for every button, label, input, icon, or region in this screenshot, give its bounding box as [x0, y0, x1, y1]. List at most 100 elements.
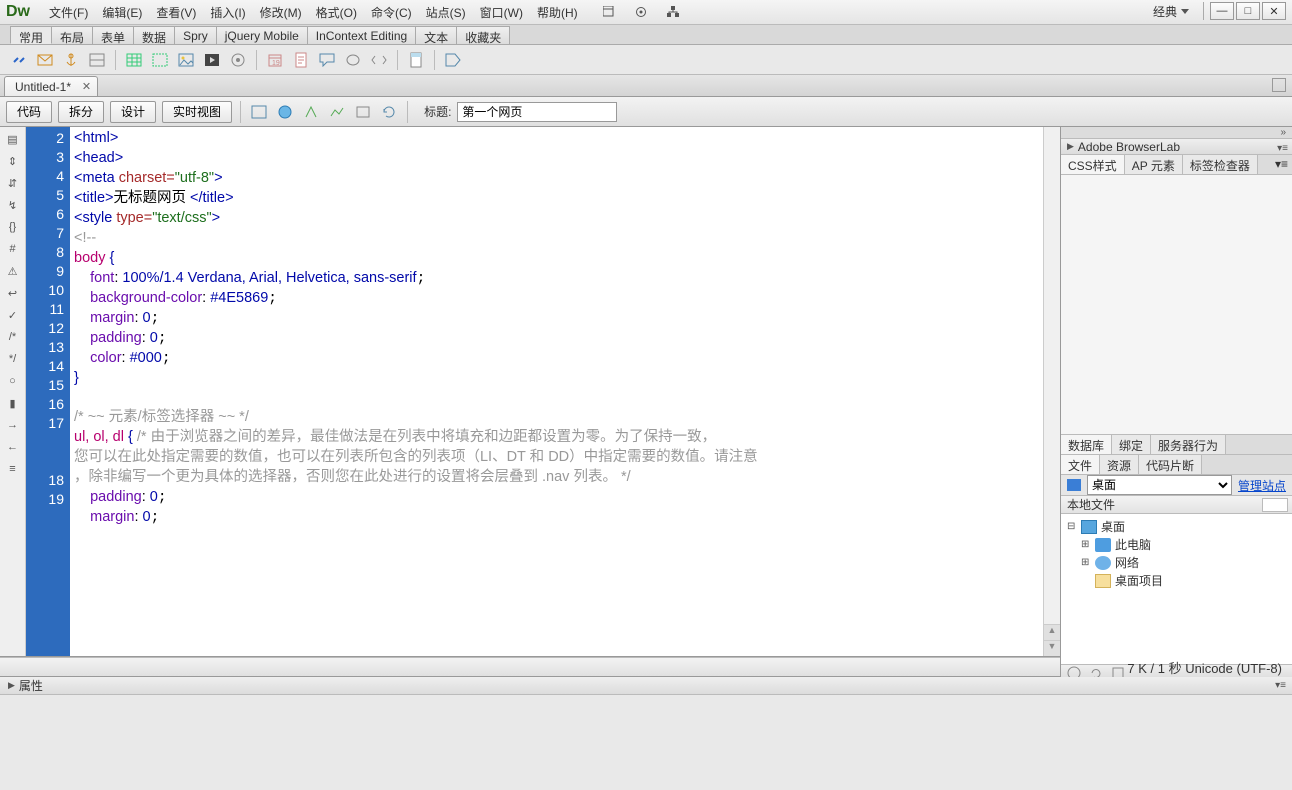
refresh-icon[interactable] [379, 102, 399, 122]
templates-icon[interactable] [405, 49, 427, 71]
apply-comment-icon[interactable]: /* [5, 329, 21, 345]
browserlab-panel-header[interactable]: ▶ Adobe BrowserLab ▾≡ [1061, 139, 1292, 155]
menu-edit[interactable]: 编辑(E) [95, 4, 149, 21]
code-content[interactable]: <html> <head> <meta charset="utf-8"> <ti… [70, 127, 1043, 656]
cat-tab-layout[interactable]: 布局 [51, 26, 93, 44]
cat-tab-common[interactable]: 常用 [10, 26, 52, 44]
close-tab-icon[interactable]: ✕ [82, 80, 91, 93]
remove-comment-icon[interactable]: */ [5, 351, 21, 367]
collapse-tag-icon[interactable]: ⇕ [5, 153, 21, 169]
split-view-button[interactable]: 拆分 [58, 101, 104, 123]
document-tab[interactable]: Untitled-1* ✕ [4, 76, 98, 96]
menu-format[interactable]: 格式(O) [309, 4, 364, 21]
horizontal-rule-icon[interactable] [86, 49, 108, 71]
server-side-include-icon[interactable] [290, 49, 312, 71]
line-numbers-icon[interactable]: # [5, 241, 21, 257]
right-panels-collapse-bar[interactable]: » [1061, 127, 1292, 139]
site-select[interactable]: 桌面 [1087, 475, 1232, 495]
plus-icon[interactable]: ⊞ [1081, 536, 1091, 554]
workspace-switcher[interactable]: 经典 [1153, 3, 1189, 20]
balance-braces-icon[interactable]: {} [5, 219, 21, 235]
menu-site[interactable]: 站点(S) [419, 4, 473, 21]
document-title-input[interactable] [457, 102, 617, 122]
tree-item-desktop-items[interactable]: 桌面项目 [1067, 572, 1286, 590]
image-icon[interactable] [175, 49, 197, 71]
visual-aids-icon[interactable] [327, 102, 347, 122]
cat-tab-jquerymobile[interactable]: jQuery Mobile [216, 26, 308, 44]
outdent-icon[interactable]: ← [5, 439, 21, 455]
select-parent-icon[interactable]: ↯ [5, 197, 21, 213]
menu-modify[interactable]: 修改(M) [253, 4, 309, 21]
scroll-down-icon[interactable]: ▼ [1044, 640, 1060, 656]
cat-tab-incontext[interactable]: InContext Editing [307, 26, 416, 44]
layout-dropdown-icon[interactable] [603, 5, 617, 19]
media-icon[interactable] [201, 49, 223, 71]
menu-window[interactable]: 窗口(W) [473, 4, 530, 21]
format-source-icon[interactable]: ≡ [5, 461, 21, 477]
widget-icon[interactable] [227, 49, 249, 71]
tab-tag-inspector[interactable]: 标签检查器 [1183, 155, 1258, 174]
panel-menu-icon[interactable]: ▾≡ [1275, 680, 1286, 691]
syntax-error-icon[interactable]: ✓ [5, 307, 21, 323]
tag-chooser-icon[interactable] [442, 49, 464, 71]
panel-menu-icon[interactable]: ▾≡ [1277, 143, 1288, 154]
minimize-button[interactable]: — [1210, 2, 1234, 20]
tab-assets[interactable]: 资源 [1100, 455, 1139, 474]
live-view-button[interactable]: 实时视图 [162, 101, 232, 123]
cat-tab-text[interactable]: 文本 [415, 26, 457, 44]
cat-tab-favorites[interactable]: 收藏夹 [456, 26, 510, 44]
design-view-button[interactable]: 设计 [110, 101, 156, 123]
insert-div-icon[interactable] [149, 49, 171, 71]
manage-sites-link[interactable]: 管理站点 [1238, 477, 1286, 494]
cat-tab-spry[interactable]: Spry [174, 26, 217, 44]
tab-ap-elements[interactable]: AP 元素 [1125, 155, 1183, 174]
menu-commands[interactable]: 命令(C) [364, 4, 419, 21]
menu-view[interactable]: 查看(V) [149, 4, 203, 21]
open-documents-icon[interactable]: ▤ [5, 131, 21, 147]
indent-icon[interactable]: → [5, 417, 21, 433]
inspect-icon[interactable] [301, 102, 321, 122]
named-anchor-icon[interactable] [60, 49, 82, 71]
head-icon[interactable] [342, 49, 364, 71]
tree-item-network[interactable]: ⊞ 网络 [1067, 554, 1286, 572]
recent-snippets-icon[interactable]: ○ [5, 373, 21, 389]
word-wrap-icon[interactable]: ↩ [5, 285, 21, 301]
tab-snippets[interactable]: 代码片断 [1139, 455, 1202, 474]
minus-icon[interactable]: ⊟ [1067, 518, 1077, 536]
code-editor[interactable]: 23 45 67 89 1011 1213 1415 1617 1819 <ht… [26, 127, 1060, 656]
tab-css-styles[interactable]: CSS样式 [1061, 155, 1125, 174]
move-css-icon[interactable]: ▮ [5, 395, 21, 411]
tab-database[interactable]: 数据库 [1061, 435, 1112, 454]
script-icon[interactable] [368, 49, 390, 71]
menu-help[interactable]: 帮助(H) [530, 4, 585, 21]
cat-tab-data[interactable]: 数据 [133, 26, 175, 44]
close-button[interactable]: ✕ [1262, 2, 1286, 20]
tab-bindings[interactable]: 绑定 [1112, 435, 1151, 454]
highlight-invalid-icon[interactable]: ⚠ [5, 263, 21, 279]
hyperlink-icon[interactable] [8, 49, 30, 71]
expand-all-icon[interactable]: ⇵ [5, 175, 21, 191]
site-dropdown-icon[interactable] [667, 5, 681, 19]
email-link-icon[interactable] [34, 49, 56, 71]
scroll-up-icon[interactable]: ▲ [1044, 624, 1060, 640]
plus-icon[interactable]: ⊞ [1081, 554, 1091, 572]
extension-dropdown-icon[interactable] [635, 5, 649, 19]
restore-doc-icon[interactable] [1272, 78, 1286, 92]
live-code-icon[interactable] [249, 102, 269, 122]
check-browser-icon[interactable] [353, 102, 373, 122]
code-view-button[interactable]: 代码 [6, 101, 52, 123]
maximize-button[interactable]: □ [1236, 2, 1260, 20]
tree-item-computer[interactable]: ⊞ 此电脑 [1067, 536, 1286, 554]
properties-panel-header[interactable]: ▶ 属性 ▾≡ [0, 677, 1292, 695]
tree-root[interactable]: ⊟ 桌面 [1067, 518, 1286, 536]
tab-files[interactable]: 文件 [1061, 455, 1100, 474]
files-tree[interactable]: ⊟ 桌面 ⊞ 此电脑 ⊞ 网络 桌面项目 [1061, 514, 1292, 664]
date-icon[interactable]: 19 [264, 49, 286, 71]
vertical-scrollbar[interactable]: ▲ ▼ [1043, 127, 1060, 656]
cat-tab-forms[interactable]: 表单 [92, 26, 134, 44]
menu-file[interactable]: 文件(F) [42, 4, 95, 21]
tab-server-behaviors[interactable]: 服务器行为 [1151, 435, 1226, 454]
menu-insert[interactable]: 插入(I) [203, 4, 252, 21]
browser-preview-icon[interactable] [275, 102, 295, 122]
table-icon[interactable] [123, 49, 145, 71]
